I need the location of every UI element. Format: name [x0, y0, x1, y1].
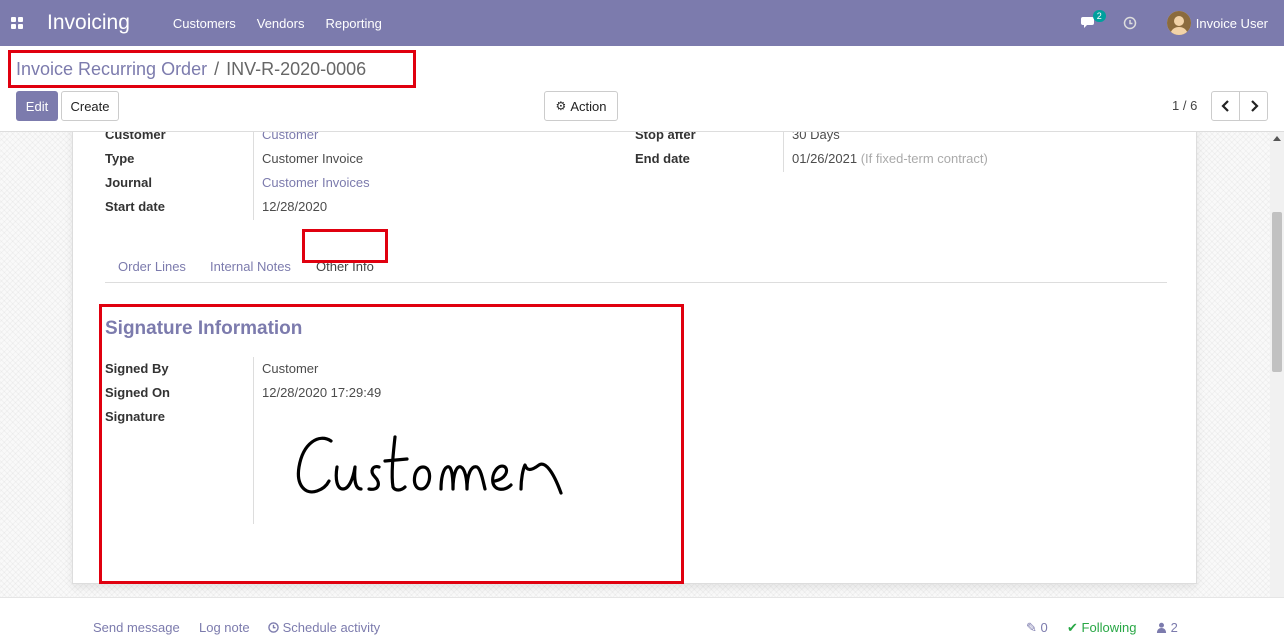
- messages-count-badge: 2: [1092, 10, 1106, 22]
- tab-highlight-box: [302, 229, 388, 263]
- menu-item-customers[interactable]: Customers: [173, 16, 236, 31]
- pager-next-button[interactable]: [1239, 91, 1268, 121]
- chevron-right-icon: [1250, 100, 1259, 112]
- messages-icon[interactable]: 2: [1080, 10, 1106, 30]
- send-message-button[interactable]: Send message: [93, 620, 180, 635]
- attachments-count: 0: [1040, 620, 1048, 635]
- schedule-activity-button[interactable]: Schedule activity: [268, 620, 380, 635]
- followers-button[interactable]: 2: [1156, 620, 1178, 635]
- followers-count: 2: [1170, 620, 1178, 635]
- vertical-scrollbar[interactable]: [1270, 132, 1284, 597]
- end-date-value: 01/26/2021 (If fixed-term contract): [792, 151, 988, 166]
- end-date-label: End date: [635, 151, 690, 166]
- activity-clock-icon[interactable]: [1123, 16, 1137, 30]
- app-title: Invoicing: [47, 11, 130, 34]
- attachments-button[interactable]: ✎ 0: [1026, 620, 1048, 636]
- clock-icon: [268, 622, 279, 633]
- user-icon: [1156, 622, 1167, 633]
- action-button-label: Action: [570, 98, 607, 114]
- schedule-activity-label: Schedule activity: [282, 620, 381, 635]
- user-name[interactable]: Invoice User: [1196, 16, 1268, 31]
- stop-after-label: Stop after: [635, 132, 696, 142]
- apps-menu-icon[interactable]: [11, 17, 23, 29]
- pager-value[interactable]: 1 / 6: [1172, 98, 1197, 113]
- following-label: Following: [1081, 620, 1137, 635]
- log-note-button[interactable]: Log note: [199, 620, 250, 635]
- menu-item-vendors[interactable]: Vendors: [257, 16, 305, 31]
- journal-value[interactable]: Customer Invoices: [262, 175, 370, 190]
- chevron-left-icon: [1220, 100, 1229, 112]
- left-group-divider: [253, 132, 254, 220]
- gear-icon: ⚙: [555, 99, 567, 113]
- chatter-bar: Send message Log note Schedule activity …: [0, 597, 1284, 638]
- start-date-value: 12/28/2020: [262, 199, 328, 214]
- stop-after-value: 30 Days: [792, 132, 840, 142]
- user-avatar[interactable]: [1166, 11, 1191, 35]
- right-group-divider: [783, 132, 784, 172]
- start-date-label: Start date: [105, 199, 165, 214]
- tab-internal-notes[interactable]: Internal Notes: [210, 259, 291, 274]
- following-button[interactable]: ✔ Following: [1067, 620, 1136, 636]
- menu-item-reporting[interactable]: Reporting: [325, 16, 381, 31]
- journal-label: Journal: [105, 175, 152, 190]
- type-label: Type: [105, 151, 135, 166]
- edit-button[interactable]: Edit: [16, 91, 58, 121]
- main-menu: Customers Vendors Reporting: [173, 16, 403, 31]
- type-value: Customer Invoice: [262, 151, 364, 166]
- paperclip-icon: ✎: [1026, 620, 1037, 635]
- create-button[interactable]: Create: [61, 91, 119, 121]
- customer-value[interactable]: Customer: [262, 132, 318, 142]
- check-icon: ✔: [1067, 620, 1078, 635]
- end-date-text: 01/26/2021: [792, 151, 858, 166]
- form-sheet: Customer Customer Type Customer Invoice …: [72, 132, 1197, 584]
- end-date-hint: (If fixed-term contract): [860, 151, 988, 166]
- control-panel: Invoice Recurring Order / INV-R-2020-000…: [0, 46, 1284, 132]
- breadcrumb-highlight-box: [8, 50, 416, 88]
- form-view-content[interactable]: Customer Customer Type Customer Invoice …: [0, 132, 1270, 597]
- action-button[interactable]: ⚙ Action: [544, 91, 618, 121]
- notebook-tabs: Order Lines Internal Notes Other Info: [105, 246, 1167, 283]
- pager-previous-button[interactable]: [1211, 91, 1240, 121]
- tab-order-lines[interactable]: Order Lines: [118, 259, 186, 274]
- scrollbar-thumb[interactable]: [1272, 212, 1282, 372]
- signature-section-highlight-box: [99, 304, 684, 584]
- customer-label: Customer: [105, 132, 166, 142]
- top-navbar: Invoicing Customers Vendors Reporting 2 …: [0, 0, 1284, 46]
- navbar-systray: 2 Invoice User: [1080, 0, 1268, 46]
- scroll-up-arrow-icon[interactable]: [1273, 136, 1281, 141]
